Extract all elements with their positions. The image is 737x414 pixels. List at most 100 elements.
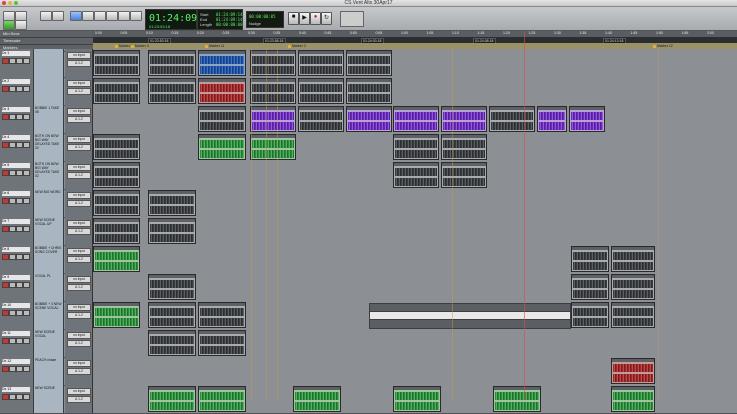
track-comment[interactable]: NEW SCENE (34, 385, 64, 413)
track-comment[interactable] (34, 77, 64, 105)
output-selector[interactable]: A 1-2 (67, 144, 91, 151)
mute-button[interactable] (23, 58, 30, 64)
track-playlist-lane[interactable] (93, 105, 737, 133)
audio-clip[interactable] (393, 162, 439, 188)
track-name-field[interactable]: Dx 8 (2, 247, 30, 252)
mute-button[interactable] (23, 142, 30, 148)
track-comment[interactable]: NEW BIG WORD (34, 189, 64, 217)
smart-tool-button[interactable] (106, 11, 118, 21)
audio-clip[interactable] (148, 78, 196, 104)
track-comment[interactable]: BOTH ON NEW BIG WAY DELAYED TAKE 02 (34, 161, 64, 189)
input-monitor-button[interactable] (9, 142, 16, 148)
spot-mode-button[interactable] (15, 20, 27, 30)
audio-clip[interactable] (298, 50, 344, 76)
audio-clip[interactable] (148, 274, 196, 300)
audio-clip[interactable] (611, 358, 655, 384)
input-selector[interactable]: no input (67, 192, 91, 199)
audio-clip[interactable] (93, 218, 140, 244)
input-selector[interactable]: no input (67, 360, 91, 367)
input-selector[interactable]: no input (67, 52, 91, 59)
solo-button[interactable] (16, 226, 23, 232)
track-name-field[interactable]: Dx 3 (2, 107, 30, 112)
audio-clip[interactable] (569, 106, 605, 132)
audio-clip[interactable] (93, 246, 140, 272)
audio-clip[interactable] (393, 106, 439, 132)
input-selector[interactable]: no input (67, 80, 91, 87)
mute-button[interactable] (23, 198, 30, 204)
track-name-field[interactable]: Dx 5 (2, 163, 30, 168)
timeline-ruler[interactable]: 0:00 0:05 0:10 0:15 0:20 0:25 0:30 0:35 0:40 0:45… (93, 31, 737, 49)
solo-button[interactable] (16, 170, 23, 176)
selection-length-value[interactable]: 00:00:00:00 (216, 22, 243, 27)
solo-button[interactable] (16, 394, 23, 400)
audio-clip[interactable] (93, 134, 140, 160)
playhead-cursor[interactable] (524, 31, 525, 400)
output-selector[interactable]: A 1-2 (67, 256, 91, 263)
audio-clip[interactable] (346, 106, 392, 132)
record-enable-button[interactable] (2, 198, 9, 204)
mute-button[interactable] (23, 366, 30, 372)
input-selector[interactable]: no input (67, 136, 91, 143)
audio-clip[interactable] (571, 302, 609, 328)
audio-clip[interactable] (346, 78, 392, 104)
audio-clip[interactable] (148, 190, 196, 216)
zoom-out-button[interactable] (52, 11, 64, 21)
track-playlist-lane[interactable] (93, 133, 737, 161)
input-monitor-button[interactable] (9, 338, 16, 344)
nudge-value[interactable]: 00:00:00:05 (249, 14, 276, 19)
input-monitor-button[interactable] (9, 254, 16, 260)
play-button[interactable]: ▶ (299, 12, 310, 25)
audio-clip[interactable] (250, 78, 296, 104)
output-selector[interactable]: A 1-2 (67, 88, 91, 95)
record-enable-button[interactable] (2, 254, 9, 260)
pencil-tool-button[interactable] (130, 11, 142, 21)
audio-clip[interactable] (441, 162, 487, 188)
trim-tool-button[interactable] (70, 11, 82, 21)
audio-clip[interactable] (148, 218, 196, 244)
track-playlist-lane[interactable] (93, 357, 737, 385)
audio-clip[interactable] (298, 78, 344, 104)
record-enable-button[interactable] (2, 226, 9, 232)
track-playlist-lane[interactable] (93, 273, 737, 301)
mute-button[interactable] (23, 226, 30, 232)
solo-button[interactable] (16, 198, 23, 204)
track-name-field[interactable]: Dx 12 (2, 359, 30, 364)
track-comment[interactable]: VOCAL PL (34, 273, 64, 301)
audio-clip[interactable] (571, 274, 609, 300)
audio-clip[interactable] (493, 386, 541, 412)
record-enable-button[interactable] (2, 86, 9, 92)
audio-clip[interactable] (393, 386, 441, 412)
audio-clip[interactable] (198, 78, 246, 104)
audio-clip[interactable] (148, 50, 196, 76)
input-selector[interactable]: no input (67, 108, 91, 115)
record-enable-button[interactable] (2, 114, 9, 120)
audio-clip[interactable] (250, 106, 296, 132)
mute-button[interactable] (23, 338, 30, 344)
track-comment[interactable] (34, 49, 64, 77)
mute-button[interactable] (23, 310, 30, 316)
output-selector[interactable]: A 1-2 (67, 200, 91, 207)
track-playlist-lane[interactable] (93, 217, 737, 245)
input-selector[interactable]: no input (67, 276, 91, 283)
audio-clip[interactable] (93, 190, 140, 216)
solo-button[interactable] (16, 86, 23, 92)
audio-clip[interactable] (298, 106, 344, 132)
output-selector[interactable]: A 1-2 (67, 60, 91, 67)
track-name-field[interactable]: Dx 2 (2, 79, 30, 84)
output-selector[interactable]: A 1-2 (67, 340, 91, 347)
audio-clip[interactable] (148, 386, 196, 412)
input-monitor-button[interactable] (9, 366, 16, 372)
loop-button[interactable]: ↻ (321, 12, 332, 25)
selection-region[interactable] (369, 319, 571, 329)
track-playlist-lane[interactable] (93, 385, 737, 413)
track-comment[interactable]: BOBBIE + 3 NEW SCENE VOCAL (34, 301, 64, 329)
track-name-field[interactable]: Dx 13 (2, 387, 30, 392)
input-monitor-button[interactable] (9, 394, 16, 400)
track-comment[interactable]: BOBBIE 1 TAKE 05 (34, 105, 64, 133)
track-name-field[interactable]: Dx 7 (2, 219, 30, 224)
audio-clip[interactable] (198, 50, 246, 76)
audio-clip[interactable] (198, 134, 246, 160)
input-monitor-button[interactable] (9, 114, 16, 120)
audio-clip[interactable] (148, 302, 196, 328)
input-selector[interactable]: no input (67, 332, 91, 339)
